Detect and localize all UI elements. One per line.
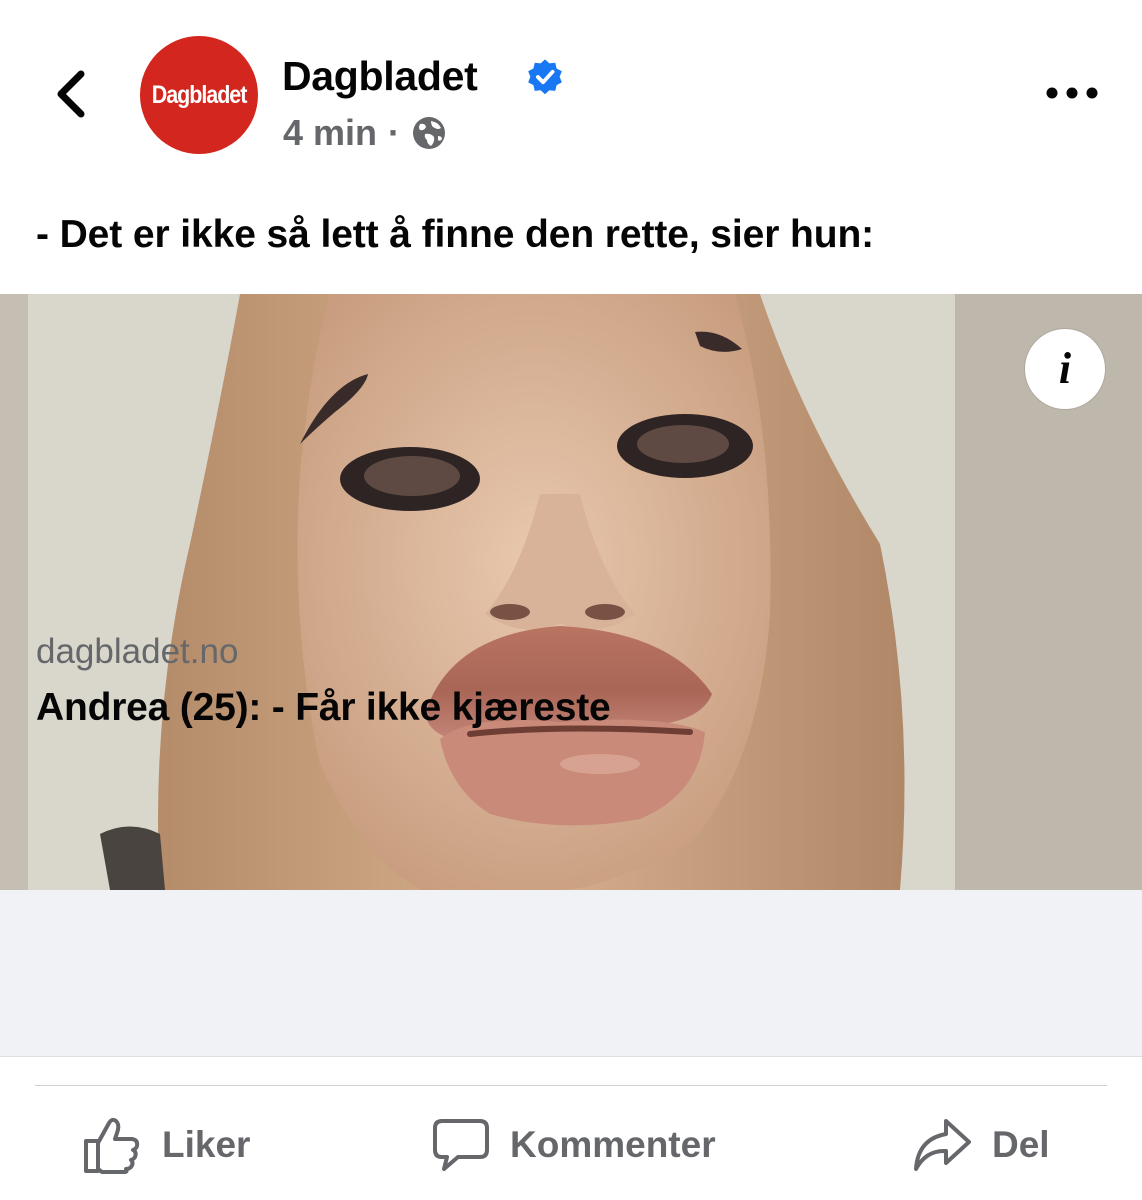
post-time[interactable]: 4 min [283,110,377,156]
page-name[interactable]: Dagbladet [282,52,478,100]
info-button[interactable]: i [1025,329,1105,409]
verified-badge-icon [528,59,562,95]
share-icon [914,1119,971,1171]
page-avatar[interactable]: Dagbladet [140,36,258,154]
post-meta: 4 min · [283,110,447,156]
comment-button[interactable]: Kommenter [432,1110,716,1180]
link-preview-card[interactable]: i [0,294,1142,1057]
like-button[interactable]: Liker [82,1110,250,1180]
facebook-post: Dagbladet Dagbladet 4 min · - Det er ikk… [0,0,1142,1200]
link-preview-footer[interactable] [0,890,1142,1057]
more-options-button[interactable] [1036,70,1108,116]
share-button[interactable]: Del [912,1110,1050,1180]
avatar-logo-text: Dagbladet [151,80,248,109]
like-label: Liker [162,1124,251,1165]
comment-icon [433,1119,489,1171]
article-photo [0,294,1142,890]
post-caption: - Det er ikke så lett å finne den rette,… [36,213,875,256]
globe-icon[interactable] [411,115,447,151]
back-button[interactable] [40,62,100,126]
more-horizontal-icon [1046,87,1098,99]
comment-label: Kommenter [510,1124,716,1165]
chevron-left-icon [57,70,85,118]
link-preview-image[interactable]: i [0,294,1142,890]
share-label: Del [992,1124,1050,1165]
link-domain[interactable]: dagbladet.no [36,630,238,674]
link-title[interactable]: Andrea (25): - Får ikke kjæreste [36,684,611,732]
meta-separator: · [388,112,401,153]
action-divider [35,1085,1107,1086]
info-icon: i [1058,344,1072,393]
thumbs-up-icon [84,1117,140,1174]
